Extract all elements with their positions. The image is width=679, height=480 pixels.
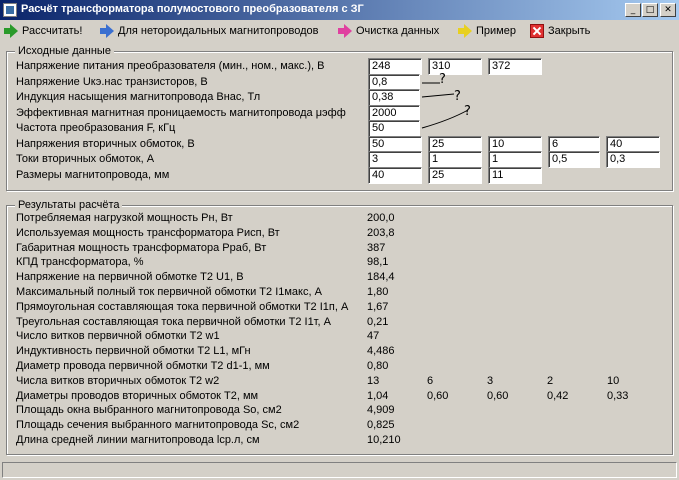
result-value: 200,0	[367, 212, 395, 224]
maximize-button[interactable]: □	[642, 3, 658, 17]
close-app-label: Закрыть	[548, 25, 591, 37]
input-data-legend: Исходные данные	[15, 45, 114, 57]
result-value: 6	[427, 375, 434, 387]
input-label: Напряжения вторичных обмоток, В	[16, 138, 195, 150]
app-icon[interactable]	[3, 3, 17, 17]
clear-data-button[interactable]: Очистка данных	[338, 21, 439, 41]
result-value: 387	[367, 242, 386, 254]
window-title: Расчёт трансформатора полумостового прео…	[21, 3, 364, 15]
result-value: 4,486	[367, 345, 395, 357]
result-label: Числа витков вторичных обмоток Т2 w2	[16, 375, 220, 387]
input-field[interactable]: 1	[428, 151, 482, 168]
result-label: Треугольная составляющая тока первичной …	[16, 316, 331, 328]
annotation-scribble: ? ? ?	[421, 72, 471, 129]
example-label: Пример	[476, 25, 516, 37]
result-value: 47	[367, 330, 380, 342]
result-value: 0,60	[427, 390, 449, 402]
example-button[interactable]: Пример	[458, 21, 516, 41]
result-label: Число витков первичной обмотки Т2 w1	[16, 330, 220, 342]
toolbar: Рассчитать! Для нетороидальных магнитопр…	[0, 20, 679, 42]
input-label: Напряжение Uкэ.нас транзисторов, В	[16, 76, 208, 88]
title-bar[interactable]: Расчёт трансформатора полумостового прео…	[0, 0, 679, 20]
input-label: Эффективная магнитная проницаемость магн…	[16, 107, 346, 119]
result-label: Прямоугольная составляющая тока первично…	[16, 301, 349, 313]
result-label: Индуктивность первичной обмотки Т2 L1, м…	[16, 345, 251, 357]
input-field[interactable]: 0,3	[606, 151, 660, 168]
result-value: 10	[607, 375, 620, 387]
result-value: 10,210	[367, 434, 401, 446]
arrow-right-icon	[4, 24, 18, 38]
result-label: Площадь сечения выбранного магнитопровод…	[16, 419, 300, 431]
result-label: Диаметры проводов вторичных обмоток Т2, …	[16, 390, 259, 402]
result-value: 13	[367, 375, 380, 387]
result-label: Длина средней линии магнитопровода lср.л…	[16, 434, 260, 446]
results-legend: Результаты расчёта	[15, 199, 123, 211]
result-value: 0,80	[367, 360, 389, 372]
result-label: Площадь окна выбранного магнитопровода S…	[16, 404, 282, 416]
input-field[interactable]: 50	[368, 120, 420, 137]
arrow-right-icon	[100, 24, 114, 38]
result-value: 1,80	[367, 286, 389, 298]
status-bar	[2, 462, 677, 478]
result-label: Максимальный полный ток первичной обмотк…	[16, 286, 322, 298]
arrow-right-icon	[458, 24, 472, 38]
result-label: Потребляемая нагрузкой мощность Рн, Вт	[16, 212, 233, 224]
result-value: 184,4	[367, 271, 395, 283]
input-field[interactable]: 11	[488, 167, 542, 184]
result-value: 1,67	[367, 301, 389, 313]
input-label: Индукция насыщения магнитопровода Внас, …	[16, 91, 261, 103]
result-value: 98,1	[367, 256, 389, 268]
result-label: КПД трансформатора, %	[16, 256, 144, 268]
result-value: 0,21	[367, 316, 389, 328]
question-mark: ?	[454, 89, 461, 104]
result-value: 3	[487, 375, 494, 387]
input-field[interactable]: 248	[368, 58, 422, 75]
result-value: 1,04	[367, 390, 389, 402]
result-label: Напряжение на первичной обмотке Т2 U1, В	[16, 271, 244, 283]
calculate-button[interactable]: Рассчитать!	[4, 21, 82, 41]
input-field[interactable]: 0,5	[548, 151, 600, 168]
question-mark: ?	[464, 104, 471, 119]
result-value: 0,42	[547, 390, 569, 402]
close-app-button[interactable]: Закрыть	[530, 21, 590, 41]
result-label: Используемая мощность трансформатора Рис…	[16, 227, 280, 239]
result-label: Габаритная мощность трансформатора Рраб,…	[16, 242, 267, 254]
result-value: 2	[547, 375, 554, 387]
close-icon	[530, 24, 544, 38]
result-label: Диаметр провода первичной обмотки Т2 d1-…	[16, 360, 270, 372]
non-toroidal-label: Для нетороидальных магнитопроводов	[118, 25, 319, 37]
calculate-label: Рассчитать!	[22, 25, 83, 37]
result-value: 4,909	[367, 404, 395, 416]
question-mark: ?	[439, 72, 446, 87]
close-button[interactable]: ✕	[660, 3, 676, 17]
input-field[interactable]: 40	[368, 167, 422, 184]
result-value: 203,8	[367, 227, 395, 239]
non-toroidal-button[interactable]: Для нетороидальных магнитопроводов	[100, 21, 318, 41]
input-field[interactable]: 0,38	[368, 89, 420, 106]
clear-data-label: Очистка данных	[356, 25, 440, 37]
result-value: 0,33	[607, 390, 629, 402]
arrow-right-icon	[338, 24, 352, 38]
input-field[interactable]: 25	[428, 167, 482, 184]
input-label: Токи вторичных обмоток, А	[16, 153, 155, 165]
minimize-button[interactable]: _	[625, 3, 641, 17]
input-field[interactable]: 3	[368, 151, 422, 168]
result-value: 0,825	[367, 419, 395, 431]
input-label: Частота преобразования F, кГц	[16, 122, 176, 134]
result-value: 0,60	[487, 390, 509, 402]
input-label: Размеры магнитопровода, мм	[16, 169, 170, 181]
input-label: Напряжение питания преобразователя (мин.…	[16, 60, 325, 72]
input-field[interactable]: 1	[488, 151, 542, 168]
